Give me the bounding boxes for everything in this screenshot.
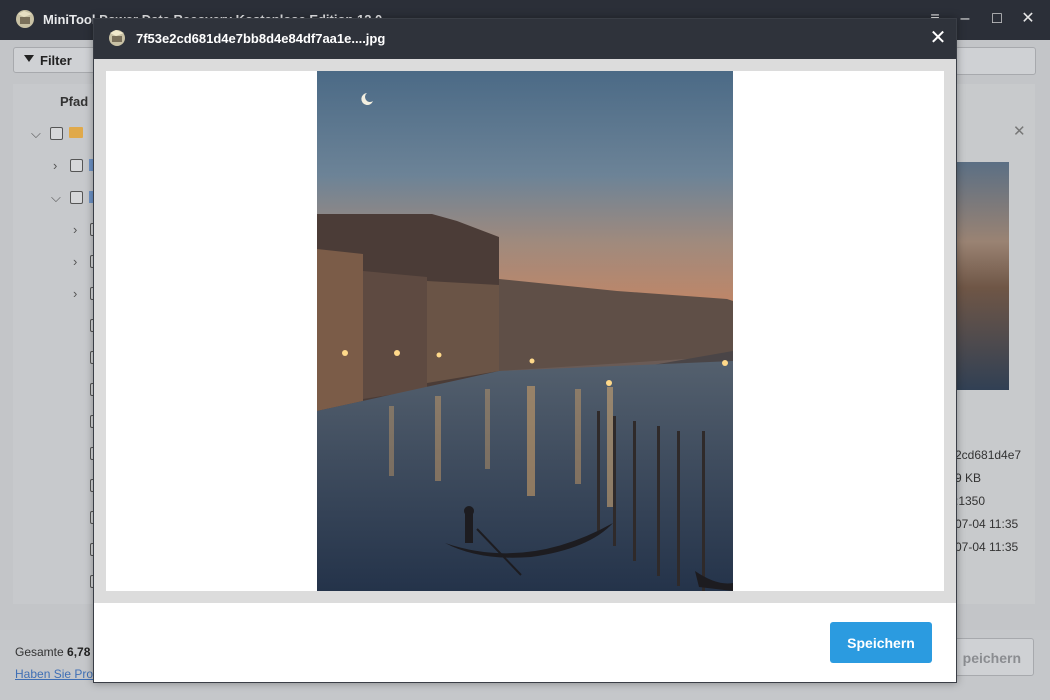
chevron-down-icon[interactable]: ⌵	[51, 190, 61, 206]
tree-row[interactable]: ›	[13, 284, 103, 304]
search-box[interactable]	[955, 47, 1036, 75]
filter-label: Filter	[40, 53, 72, 68]
total-label: Gesamte	[15, 645, 64, 659]
tree-row[interactable]: ›	[13, 220, 103, 240]
tree-row[interactable]	[13, 316, 103, 336]
dialog-title: 7f53e2cd681d4e7bb8d4e84df7aa1e....jpg	[136, 31, 386, 46]
filter-icon	[24, 55, 34, 62]
total-text: Gesamte 6,78	[15, 645, 90, 659]
maximize-icon[interactable]: □	[987, 9, 1007, 29]
tree-row[interactable]: ⌵	[13, 188, 103, 208]
app-logo-icon	[16, 10, 34, 28]
detail-size: 9 KB	[955, 471, 982, 485]
background-save-button[interactable]: peichern	[944, 638, 1034, 676]
detail-filename: 2cd681d4e7	[955, 448, 1022, 462]
tree-row[interactable]	[13, 380, 103, 400]
folder-icon	[69, 127, 83, 138]
close-app-icon[interactable]: ✕	[1018, 9, 1038, 29]
close-details-icon[interactable]: ✕	[1013, 122, 1026, 140]
detail-modified: 07-04 11:35	[955, 540, 1019, 554]
total-value: 6,78	[67, 645, 91, 659]
app-logo-icon	[109, 30, 125, 46]
tree-row[interactable]	[13, 444, 103, 464]
tree-row[interactable]	[13, 572, 103, 592]
preview-canvas	[106, 71, 944, 591]
preview-dialog: 7f53e2cd681d4e7bb8d4e84df7aa1e....jpg ✕	[93, 18, 957, 683]
tree-panel: Pfad ⌵ › ⌵ › › ›	[13, 84, 104, 604]
tree-row[interactable]	[13, 476, 103, 496]
tree-row[interactable]: ›	[13, 252, 103, 272]
details-panel: ✕ 2cd681d4e7 9 KB :1350 07-04 11:35 07-0…	[955, 84, 1035, 604]
detail-created: 07-04 11:35	[955, 517, 1019, 531]
checkbox[interactable]	[50, 127, 63, 140]
chevron-down-icon[interactable]: ⌵	[31, 126, 41, 142]
chevron-right-icon[interactable]: ›	[53, 158, 57, 173]
tree-row[interactable]: ›	[13, 156, 103, 176]
checkbox[interactable]	[70, 191, 83, 204]
tree-row[interactable]	[13, 348, 103, 368]
tree-row[interactable]	[13, 540, 103, 560]
minimize-icon[interactable]: –	[955, 9, 975, 29]
close-icon[interactable]: ✕	[926, 25, 950, 51]
detail-dimension: :1350	[955, 494, 986, 508]
checkbox[interactable]	[70, 159, 83, 172]
chevron-right-icon[interactable]: ›	[73, 222, 77, 237]
chevron-right-icon[interactable]: ›	[73, 254, 77, 269]
dialog-header: 7f53e2cd681d4e7bb8d4e84df7aa1e....jpg ✕	[94, 19, 956, 59]
preview-thumbnail	[955, 162, 1009, 390]
save-button[interactable]: Speichern	[830, 622, 932, 663]
preview-frame	[94, 59, 956, 603]
tree-row[interactable]: ⌵	[13, 124, 103, 144]
tree-row[interactable]	[13, 508, 103, 528]
help-link[interactable]: Haben Sie Pro	[15, 667, 93, 681]
path-column-header: Pfad	[60, 94, 89, 109]
preview-image	[317, 71, 733, 591]
chevron-right-icon[interactable]: ›	[73, 286, 77, 301]
tree-row[interactable]	[13, 412, 103, 432]
